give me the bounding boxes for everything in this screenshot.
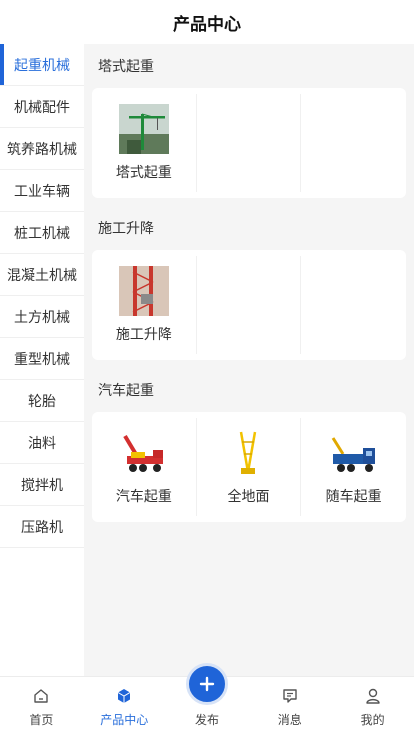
home-icon [34,689,49,703]
empty-cell [197,256,302,354]
sidebar-item-tires[interactable]: 轮胎 [0,380,84,422]
empty-cell [301,256,406,354]
sidebar-item-label: 工业车辆 [14,182,70,199]
sidebar-item-oil[interactable]: 油料 [0,422,84,464]
sidebar-item-label: 压路机 [21,518,63,535]
tower-crane-image [118,104,169,154]
product-item-truck-crane[interactable]: 汽车起重 [92,418,197,516]
tab-label: 产品中心 [100,713,149,727]
app-header: 产品中心 [0,0,414,44]
bottom-tab-bar: 首页 产品中心 发布 消息 我的 [0,663,414,736]
construction-hoist-image [118,266,169,316]
sidebar-item-heavy[interactable]: 重型机械 [0,338,84,380]
sidebar-item-earthmoving[interactable]: 土方机械 [0,296,84,338]
sidebar-item-label: 油料 [28,434,56,451]
cube-icon [117,689,131,703]
sidebar-item-label: 混凝土机械 [7,266,77,283]
category-sidebar: 起重机械 机械配件 筑养路机械 工业车辆 桩工机械 混凝土机械 土方机械 重型机… [0,44,84,676]
all-terrain-crane-image [223,428,274,478]
sidebar-item-label: 搅拌机 [21,476,63,493]
sidebar-item-label: 重型机械 [14,350,70,367]
sidebar-item-label: 轮胎 [28,392,56,409]
product-content: 塔式起重 塔式起重 施工升降 施工升降 汽车起重 汽车起重 全地面 随车起重 [92,44,406,676]
product-label: 随车起重 [325,488,382,504]
page-title: 产品中心 [173,14,241,34]
product-label: 全地面 [227,488,270,504]
product-item-construction-hoist[interactable]: 施工升降 [92,256,197,354]
sidebar-item-label: 机械配件 [14,98,70,115]
sidebar-item-label: 土方机械 [14,308,70,325]
sidebar-item-road[interactable]: 筑养路机械 [0,128,84,170]
tab-home[interactable]: 首页 [0,677,83,736]
tab-label: 首页 [29,713,54,727]
sidebar-item-parts[interactable]: 机械配件 [0,86,84,128]
section-title: 塔式起重 [98,58,154,74]
product-label: 塔式起重 [115,164,172,180]
sidebar-item-industrial-vehicles[interactable]: 工业车辆 [0,170,84,212]
tab-label: 我的 [360,713,385,727]
product-card: 施工升降 [92,250,406,360]
tab-publish[interactable]: 发布 [166,663,249,736]
tab-label: 消息 [277,713,302,727]
truck-crane-image [118,428,169,478]
product-label: 汽车起重 [115,488,172,504]
sidebar-item-concrete[interactable]: 混凝土机械 [0,254,84,296]
product-label: 施工升降 [115,326,172,342]
publish-button[interactable] [185,663,228,705]
sidebar-item-label: 桩工机械 [14,224,70,241]
sidebar-item-piling[interactable]: 桩工机械 [0,212,84,254]
plus-icon [199,676,215,692]
product-card: 塔式起重 [92,88,406,198]
product-item-truck-mounted-crane[interactable]: 随车起重 [301,418,406,516]
tab-label: 发布 [194,713,219,727]
user-icon [365,688,380,704]
sidebar-item-label: 起重机械 [14,56,70,73]
product-card: 汽车起重 全地面 随车起重 [92,412,406,522]
empty-cell [197,94,302,192]
tab-products[interactable]: 产品中心 [83,677,166,736]
truck-mounted-crane-image [328,428,379,478]
product-item-tower-crane[interactable]: 塔式起重 [92,94,197,192]
sidebar-item-label: 筑养路机械 [7,140,77,157]
message-icon [283,689,297,703]
tab-messages[interactable]: 消息 [248,677,331,736]
sidebar-item-lifting[interactable]: 起重机械 [0,44,84,86]
section-title: 汽车起重 [98,382,154,398]
empty-cell [301,94,406,192]
section-title: 施工升降 [98,220,154,236]
sidebar-item-mixer[interactable]: 搅拌机 [0,464,84,506]
sidebar-item-roller[interactable]: 压路机 [0,506,84,548]
product-item-all-terrain[interactable]: 全地面 [197,418,302,516]
tab-profile[interactable]: 我的 [331,677,414,736]
